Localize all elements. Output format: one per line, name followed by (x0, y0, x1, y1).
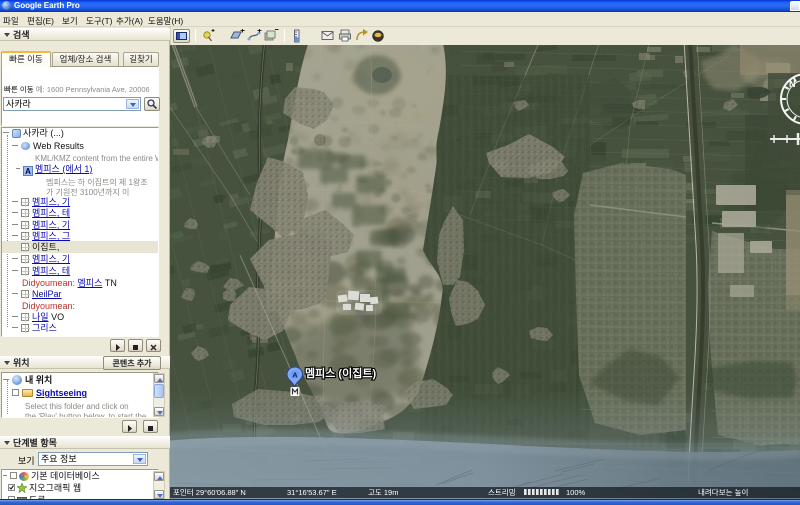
svg-text:N: N (789, 79, 796, 89)
svg-text:내려다보는 높이: 내려다보는 높이 (698, 487, 748, 497)
svg-text:포인터 29°60'06.88" N: 포인터 29°60'06.88" N (173, 487, 246, 497)
svg-text:멤피스 (이집트): 멤피스 (이집트) (305, 366, 376, 380)
svg-text:스트리밍: 스트리밍 (488, 487, 516, 497)
svg-text:고도 19m: 고도 19m (368, 488, 398, 497)
svg-text:100%: 100% (566, 488, 586, 497)
svg-text:A: A (292, 371, 298, 380)
svg-text:31°16'53.67" E: 31°16'53.67" E (287, 488, 337, 497)
